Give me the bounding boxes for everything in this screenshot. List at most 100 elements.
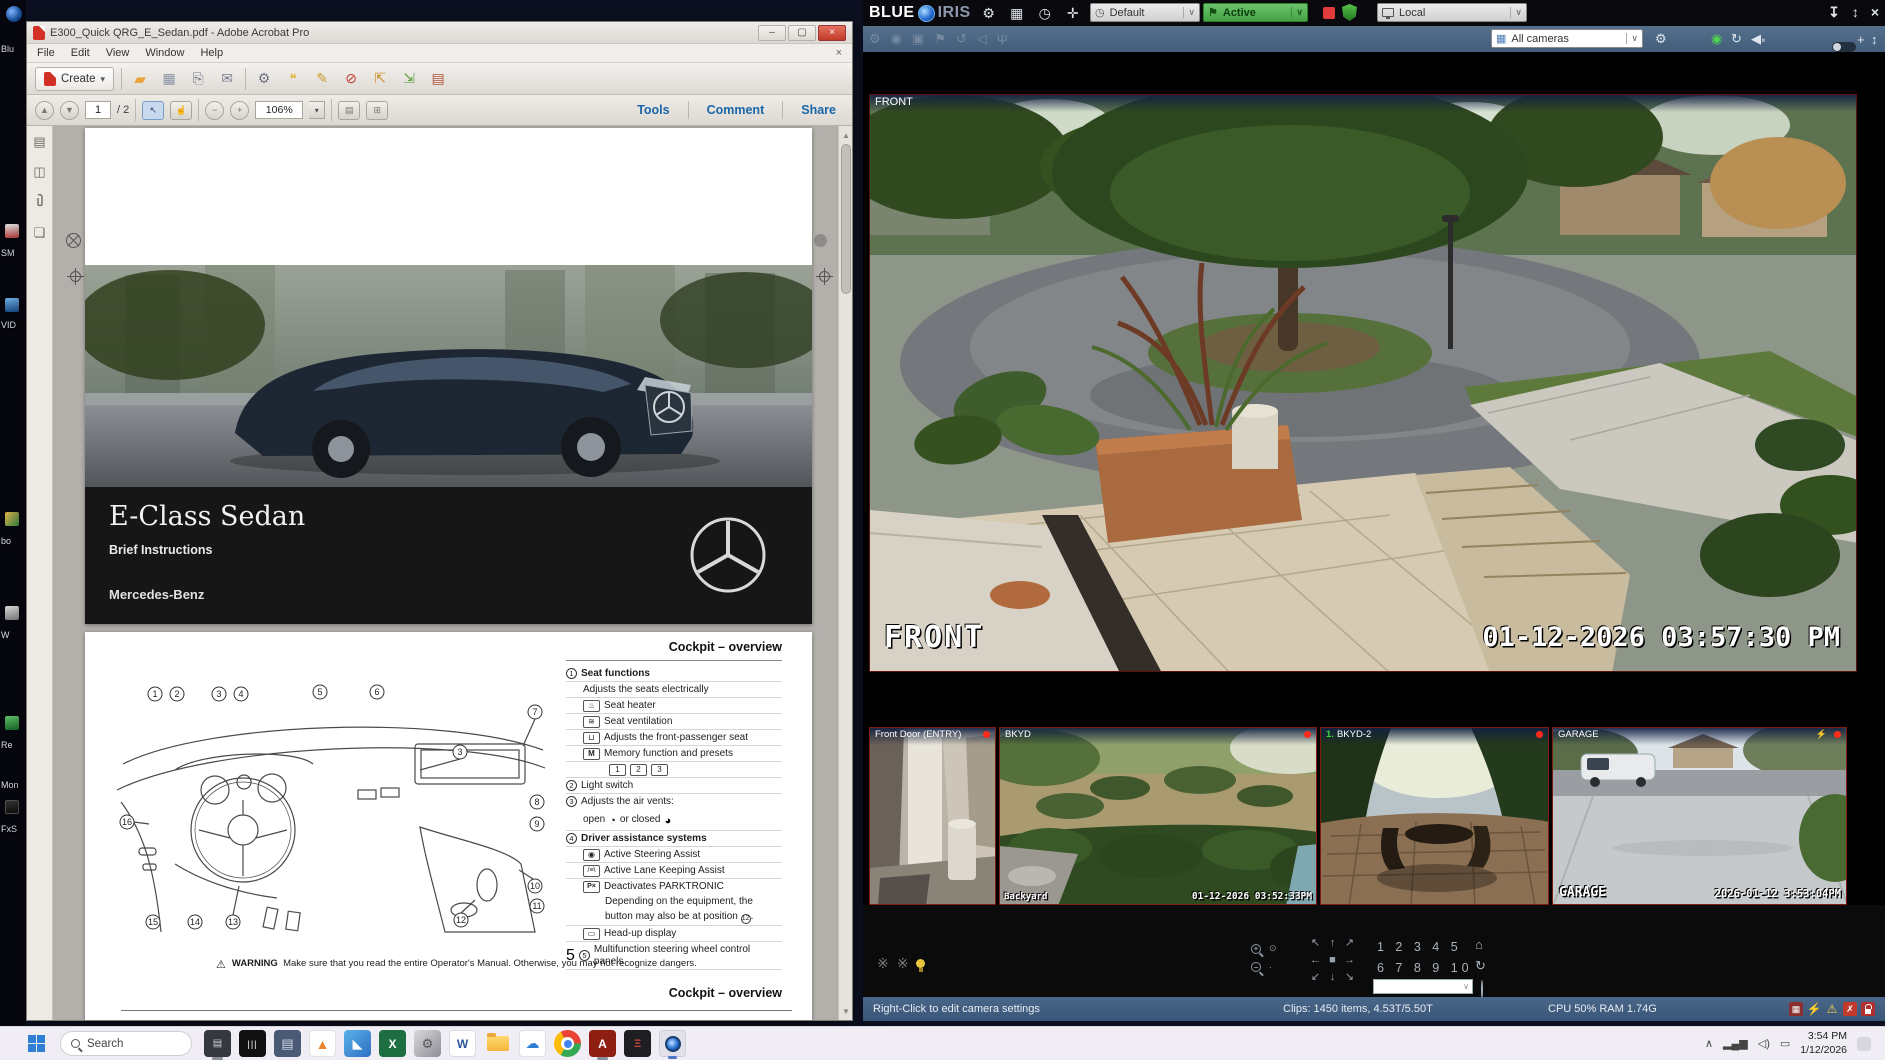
comment-bubble-icon[interactable] (282, 68, 304, 90)
ptz-presets[interactable]: 1 2 3 4 56 7 8 9 10 (1377, 937, 1473, 979)
focus-far-icon[interactable]: ⊙ (1269, 943, 1277, 954)
trigger-status-icon[interactable] (1807, 1002, 1821, 1016)
camera-flag-icon[interactable]: ⚑ (934, 31, 946, 47)
preset-dropdown[interactable] (1373, 979, 1473, 994)
server-dropdown[interactable]: Local∨ (1377, 3, 1527, 22)
taskbar-excel-icon[interactable]: X (379, 1030, 406, 1057)
forms-icon[interactable] (427, 68, 449, 90)
taskbar-photos-icon[interactable]: ◣ (344, 1030, 371, 1057)
save-icon[interactable] (158, 68, 180, 90)
restore-button[interactable]: ▢ (788, 25, 816, 41)
minimize-button[interactable]: – (758, 25, 786, 41)
expand-icon[interactable]: ↕ (1871, 32, 1878, 47)
menu-edit[interactable]: Edit (71, 47, 90, 59)
taskbar-folder-icon[interactable] (484, 1030, 511, 1057)
print-icon[interactable] (187, 68, 209, 90)
desktop-icon-label[interactable]: VID (1, 320, 26, 330)
start-button[interactable] (22, 1030, 50, 1058)
camera-thumb-frontdoor[interactable]: Front Door (ENTRY) (869, 727, 996, 905)
desktop-icon-label[interactable]: Re (1, 740, 26, 750)
ptz-up-right-icon[interactable]: ↗ (1341, 935, 1358, 952)
taskbar-notepad-icon[interactable]: ▤ (204, 1030, 231, 1057)
blueiris-titlebar[interactable]: BLUE IRIS ⚙ ▦ ◷ ✛ ↗ ? Default∨ Active∨ L (863, 0, 1885, 26)
page-thumbnails-icon[interactable]: ▤ (33, 134, 45, 150)
scroll-up-icon[interactable]: ▲ (839, 128, 853, 142)
desktop-app-icon[interactable] (5, 298, 19, 312)
sign-pencil-icon[interactable] (311, 68, 333, 90)
layers-icon[interactable]: ❏ (34, 225, 46, 241)
menu-window[interactable]: Window (145, 47, 184, 59)
record-indicator-icon[interactable] (1323, 7, 1335, 19)
close-icon[interactable]: × (1871, 4, 1879, 21)
bookmarks-icon[interactable]: ◫ (33, 164, 45, 180)
volume-icon[interactable]: ◁) (1758, 1037, 1770, 1050)
settings-gear-icon[interactable] (253, 68, 275, 90)
clock[interactable]: 3:54 PM 1/12/2026 (1800, 1030, 1847, 1056)
blueiris-desktop-icon[interactable] (6, 6, 22, 22)
notification-icon[interactable] (1857, 1037, 1871, 1051)
contrast-icon[interactable]: ※ (897, 955, 909, 972)
camera-record-icon[interactable]: ◉ (891, 31, 902, 47)
convert-pdf-icon[interactable] (398, 68, 420, 90)
main-camera-feed[interactable]: FRONT FRONT 01-12-2026 03:57:30 PM (869, 94, 1857, 672)
audio-muted-icon[interactable]: ◀× (1751, 31, 1766, 47)
delete-pages-icon[interactable] (340, 68, 362, 90)
hand-tool-icon[interactable]: ☝ (170, 101, 192, 120)
active-state-dropdown[interactable]: Active∨ (1203, 3, 1308, 22)
pane-close-icon[interactable]: × (836, 47, 842, 59)
taskbar-store-icon[interactable]: ☁ (519, 1030, 546, 1057)
ptz-up-icon[interactable]: ↑ (1324, 935, 1341, 952)
taskbar-media-icon[interactable]: Ξ (624, 1030, 651, 1057)
desktop-icon-label[interactable]: bo (1, 536, 26, 546)
taskbar-tool-icon[interactable]: ⚙ (414, 1030, 441, 1057)
clips-icon[interactable]: ▦ (1007, 5, 1027, 22)
profile-dropdown[interactable]: Default∨ (1090, 3, 1200, 22)
taskbar-chrome-icon[interactable] (554, 1030, 581, 1057)
schedule-clock-icon[interactable]: ◷ (1035, 5, 1055, 22)
focus-near-icon[interactable]: · (1269, 962, 1272, 972)
ptz-move-icon[interactable]: ✛ (1063, 5, 1083, 22)
minimize-to-tray-icon[interactable]: ↧ (1828, 4, 1840, 21)
desktop-icon-label[interactable]: SM (1, 248, 26, 258)
desktop-app-icon[interactable] (5, 800, 19, 814)
camera-settings-icon[interactable]: ⚙ (869, 31, 881, 47)
recording-status-icon[interactable] (1789, 1002, 1803, 1016)
ptz-stop-icon[interactable]: ■ (1324, 952, 1341, 969)
page-number-input[interactable]: 1 (85, 101, 111, 119)
previous-page-button[interactable]: ▲ (35, 101, 54, 120)
taskbar-equalizer-icon[interactable]: ||| (239, 1030, 266, 1057)
taskbar-files-icon[interactable]: ▤ (274, 1030, 301, 1057)
camera-thumb-bkyd[interactable]: BKYD Backyard 01-12-2026 03:52:33PM (999, 727, 1317, 905)
camera-mic-icon[interactable]: Ψ (997, 32, 1008, 47)
ptz-direction-pad[interactable]: ↖↑↗ ←■→ ↙↓↘ (1307, 935, 1358, 986)
ptz-up-left-icon[interactable]: ↖ (1307, 935, 1324, 952)
scroll-down-icon[interactable]: ▼ (839, 1004, 853, 1018)
export-pdf-icon[interactable] (369, 68, 391, 90)
network-icon[interactable]: ▂▄▆ (1723, 1037, 1748, 1050)
camera-thumb-bkyd2[interactable]: 1.BKYD-2 (1320, 727, 1549, 905)
zoom-out-button[interactable]: − (205, 101, 224, 120)
fit-width-icon[interactable]: ⊞ (366, 101, 388, 120)
settings-gear-icon[interactable]: ⚙ (979, 5, 999, 22)
zoom-dropdown-icon[interactable]: ▾ (309, 101, 325, 119)
refresh-icon[interactable]: ↻ (1731, 31, 1742, 47)
scrollbar-thumb[interactable] (841, 144, 851, 294)
acrobat-titlebar[interactable]: E300_Quick QRG_E_Sedan.pdf - Adobe Acrob… (27, 22, 852, 44)
camera-thumb-garage[interactable]: GARAGE GARAGE 2026-01-12 3:53:04PM (1552, 727, 1847, 905)
taskbar-vlc-icon[interactable]: ▲ (309, 1030, 336, 1057)
comment-tab[interactable]: Comment (699, 103, 773, 117)
stream-toggle[interactable] (1832, 42, 1856, 52)
taskbar-acrobat-icon[interactable]: A (589, 1030, 616, 1057)
brightness-icon[interactable]: ※ (877, 955, 889, 972)
search-input[interactable]: Search (60, 1031, 192, 1056)
ptz-cycle-icon[interactable]: ↻ (1475, 958, 1486, 974)
ptz-down-left-icon[interactable]: ↙ (1307, 969, 1324, 986)
ptz-down-right-icon[interactable]: ↘ (1341, 969, 1358, 986)
zoom-out-icon[interactable]: − (1251, 962, 1261, 972)
menu-file[interactable]: File (37, 47, 55, 59)
zoom-in-button[interactable]: + (230, 101, 249, 120)
lock-status-icon[interactable] (1861, 1002, 1875, 1016)
battery-icon[interactable]: ▭ (1780, 1037, 1790, 1050)
error-status-icon[interactable] (1843, 1002, 1857, 1016)
shield-status-icon[interactable] (1342, 4, 1357, 21)
